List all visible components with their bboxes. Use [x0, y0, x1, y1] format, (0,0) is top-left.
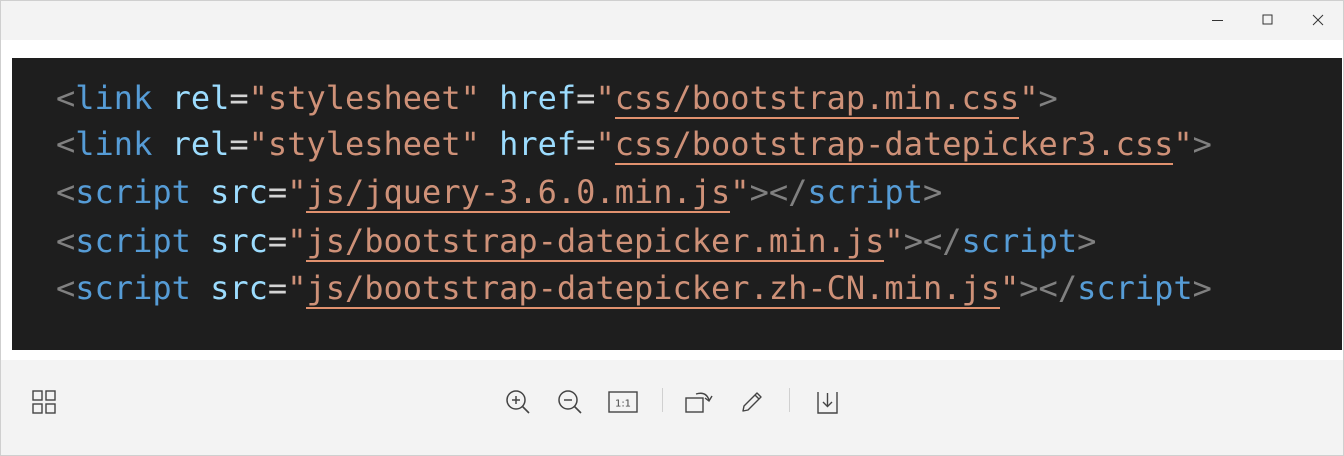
- attribute-value-link: js/bootstrap-datepicker.zh-CN.min.js: [306, 269, 1001, 309]
- quote: ": [287, 173, 307, 211]
- end-tag-name: script: [961, 222, 1078, 260]
- quote: ": [287, 269, 307, 307]
- code-line: <link rel="stylesheet" href="css/bootstr…: [56, 78, 1058, 119]
- zoom-in-button[interactable]: [500, 384, 536, 420]
- tag-close-bracket: >: [1019, 269, 1039, 307]
- tag-close-bracket: >: [1192, 269, 1212, 307]
- tag-open-bracket: <: [56, 222, 76, 260]
- attribute-value: stylesheet: [267, 125, 461, 163]
- edit-pen-icon: [742, 392, 762, 412]
- quote: ": [248, 125, 268, 163]
- actual-size-button[interactable]: 1:1: [605, 384, 641, 420]
- bottom-toolbar: 1:1: [1, 361, 1343, 455]
- close-button[interactable]: [1293, 1, 1343, 39]
- attribute-name: src: [210, 222, 268, 260]
- zoom-out-button[interactable]: [552, 384, 588, 420]
- quote: ": [730, 173, 750, 211]
- quote: ": [460, 125, 480, 163]
- attribute-name: rel: [171, 125, 230, 163]
- tag-close-bracket: >: [749, 173, 769, 211]
- equals-sign: =: [267, 269, 288, 307]
- attribute-name: src: [210, 269, 268, 307]
- equals-sign: =: [267, 222, 288, 260]
- quote: ": [248, 79, 268, 117]
- equals-sign: =: [229, 125, 249, 163]
- tag-close-bracket: >: [922, 173, 943, 211]
- code-line: <script src="js/bootstrap-datepicker.zh-…: [56, 268, 1212, 309]
- tag-close-bracket: >: [1192, 125, 1212, 163]
- quote: ": [595, 125, 615, 163]
- attribute-name: href: [499, 79, 577, 117]
- actual-size-icon: 1:1: [608, 391, 638, 413]
- tag-name: link: [75, 125, 153, 163]
- toolbar-divider: [789, 388, 790, 412]
- maximize-icon: [1262, 14, 1273, 25]
- end-tag-open: </: [922, 222, 962, 260]
- quote: ": [1019, 79, 1039, 117]
- equals-sign: =: [576, 125, 596, 163]
- zoom-out-icon: [558, 390, 582, 414]
- gallery-button[interactable]: [26, 384, 62, 420]
- tag-close-bracket: >: [1077, 222, 1097, 260]
- quote: ": [595, 79, 615, 117]
- tag-open-bracket: <: [56, 269, 76, 307]
- image-viewport[interactable]: <link rel="stylesheet" href="css/bootstr…: [1, 40, 1343, 360]
- code-line: <script src="js/jquery-3.6.0.min.js"></s…: [56, 172, 943, 213]
- tag-name: script: [75, 269, 191, 307]
- code-screenshot-image: <link rel="stylesheet" href="css/bootstr…: [12, 58, 1342, 350]
- maximize-button[interactable]: [1243, 1, 1293, 39]
- end-tag-open: </: [1038, 269, 1078, 307]
- rotate-button[interactable]: [681, 384, 717, 420]
- save-button[interactable]: [809, 384, 845, 420]
- tag-close-bracket: >: [903, 222, 923, 260]
- quote: ": [1173, 125, 1193, 163]
- minimize-button[interactable]: [1193, 1, 1243, 39]
- attribute-name: href: [499, 125, 577, 163]
- tag-name: script: [75, 222, 191, 260]
- code-line: <link rel="stylesheet" href="css/bootstr…: [56, 124, 1212, 165]
- attribute-name: rel: [171, 79, 230, 117]
- tag-open-bracket: <: [56, 79, 76, 117]
- toolbar-divider: [662, 388, 663, 412]
- attribute-name: src: [210, 173, 268, 211]
- close-icon: [1312, 14, 1324, 26]
- tag-name: link: [75, 79, 153, 117]
- gallery-grid-icon: [32, 390, 56, 414]
- equals-sign: =: [229, 79, 249, 117]
- equals-sign: =: [576, 79, 596, 117]
- attribute-value: stylesheet: [267, 79, 461, 117]
- title-bar: [1, 1, 1343, 39]
- quote: ": [884, 222, 904, 260]
- attribute-value-link: css/bootstrap-datepicker3.css: [614, 125, 1174, 165]
- quote: ": [1000, 269, 1020, 307]
- save-download-icon: [817, 392, 838, 414]
- actual-size-label: 1:1: [615, 399, 631, 410]
- attribute-value-link: js/bootstrap-datepicker.min.js: [306, 222, 885, 262]
- tag-close-bracket: >: [1038, 79, 1058, 117]
- end-tag-name: script: [1077, 269, 1193, 307]
- attribute-value-link: css/bootstrap.min.css: [614, 79, 1020, 119]
- equals-sign: =: [267, 173, 288, 211]
- attribute-value-link: js/jquery-3.6.0.min.js: [306, 173, 731, 213]
- code-line: <script src="js/bootstrap-datepicker.min…: [56, 221, 1097, 262]
- end-tag-name: script: [807, 173, 923, 211]
- end-tag-open: </: [768, 173, 808, 211]
- zoom-in-icon: [506, 390, 530, 414]
- quote: ": [287, 222, 307, 260]
- image-viewer-window: <link rel="stylesheet" href="css/bootstr…: [0, 0, 1344, 456]
- tag-name: script: [75, 173, 191, 211]
- minimize-icon: [1212, 20, 1223, 21]
- tag-open-bracket: <: [56, 173, 76, 211]
- rotate-icon: [685, 392, 713, 413]
- quote: ": [460, 79, 480, 117]
- tag-open-bracket: <: [56, 125, 76, 163]
- edit-button[interactable]: [734, 384, 770, 420]
